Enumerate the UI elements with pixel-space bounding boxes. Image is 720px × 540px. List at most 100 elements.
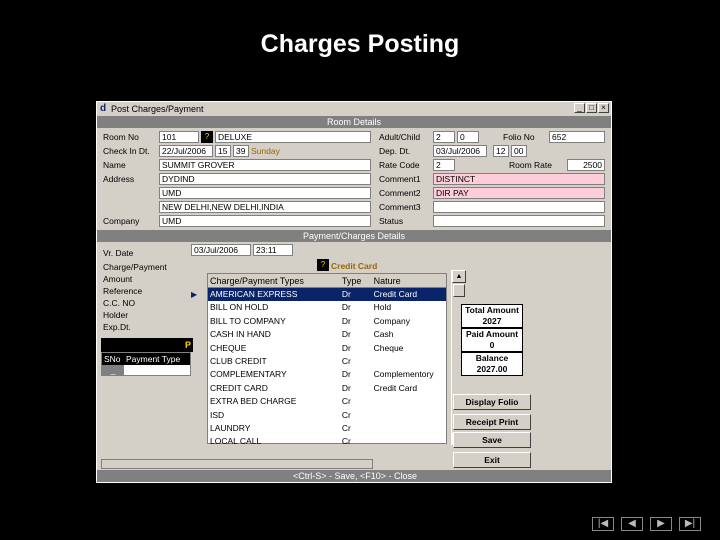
maximize-button[interactable]: □ bbox=[586, 103, 597, 113]
lookup-cell-nature[interactable]: Cheque bbox=[372, 342, 446, 355]
lookup-row[interactable]: LOCAL CALL Cr bbox=[208, 435, 446, 448]
receipt-print-button[interactable]: Receipt Print bbox=[453, 414, 531, 430]
dep-minute-field[interactable]: 00 bbox=[511, 145, 527, 157]
horizontal-scrollbar[interactable] bbox=[101, 459, 373, 469]
lookup-cell-name[interactable]: LAUNDRY bbox=[208, 422, 340, 435]
lookup-cell-type[interactable]: Dr bbox=[340, 288, 372, 301]
status-field[interactable] bbox=[433, 215, 605, 227]
next-slide-icon[interactable]: ▶ bbox=[650, 517, 672, 531]
lookup-cell-type[interactable]: Dr bbox=[340, 342, 372, 355]
lookup-cell-nature[interactable] bbox=[372, 355, 446, 368]
vr-time-field[interactable]: 23:11 bbox=[253, 244, 293, 256]
vr-date-field[interactable]: 03/Jul/2006 bbox=[191, 244, 251, 256]
lookup-cell-type[interactable]: Cr bbox=[340, 422, 372, 435]
lookup-cell-nature[interactable]: Credit Card bbox=[372, 382, 446, 395]
comment3-field[interactable] bbox=[433, 201, 605, 213]
lookup-row[interactable]: AMERICAN EXPRESS Dr Credit Card bbox=[208, 288, 446, 302]
lookup-cell-type[interactable]: Cr bbox=[340, 409, 372, 422]
dep-hour-field[interactable]: 12 bbox=[493, 145, 509, 157]
window-titlebar[interactable]: d Post Charges/Payment _ □ × bbox=[97, 102, 611, 115]
lookup-cell-nature[interactable]: Complementory bbox=[372, 368, 446, 381]
lookup-row[interactable]: CLUB CREDIT Cr bbox=[208, 355, 446, 368]
lookup-row[interactable]: CHEQUE Dr Cheque bbox=[208, 342, 446, 355]
lookup-cell-name[interactable]: CREDIT CARD bbox=[208, 382, 340, 395]
checkin-minute-field[interactable]: 39 bbox=[233, 145, 249, 157]
lookup-cell-name[interactable]: COMPLEMENTARY bbox=[208, 368, 340, 381]
room-no-field[interactable]: 101 bbox=[159, 131, 199, 143]
lookup-cell-nature[interactable]: Hold bbox=[372, 301, 446, 314]
lookup-cell-nature[interactable]: Cash bbox=[372, 328, 446, 341]
paid-amount-label: Paid Amount bbox=[465, 329, 519, 339]
lookup-cell-name[interactable]: AMERICAN EXPRESS bbox=[208, 288, 340, 301]
grid-cell-sno[interactable]: _ bbox=[102, 365, 124, 376]
payment-side-panel: P bbox=[101, 338, 193, 352]
address-line2-field[interactable]: UMD bbox=[159, 187, 371, 199]
company-label: Company bbox=[103, 216, 140, 226]
lookup-cell-type[interactable]: Cr bbox=[340, 355, 372, 368]
room-rate-field[interactable]: 2500 bbox=[567, 159, 605, 171]
lookup-row[interactable]: LAUNDRY Cr bbox=[208, 422, 446, 435]
checkin-date-field[interactable]: 22/Jul/2006 bbox=[159, 145, 213, 157]
adult-field[interactable]: 2 bbox=[433, 131, 455, 143]
lookup-cell-name[interactable]: CHEQUE bbox=[208, 342, 340, 355]
close-button[interactable]: × bbox=[598, 103, 609, 113]
scroll-thumb[interactable] bbox=[453, 284, 465, 297]
lookup-cell-type[interactable]: Dr bbox=[340, 368, 372, 381]
checkin-hour-field[interactable]: 15 bbox=[215, 145, 231, 157]
minimize-button[interactable]: _ bbox=[574, 103, 585, 113]
lookup-cell-type[interactable]: Dr bbox=[340, 315, 372, 328]
lookup-row[interactable]: BILL TO COMPANY Dr Company bbox=[208, 315, 446, 328]
display-folio-button[interactable]: Display Folio bbox=[453, 394, 531, 410]
address-line3-field[interactable]: NEW DELHI,NEW DELHI,INDIA bbox=[159, 201, 371, 213]
dep-date-field[interactable]: 03/Jul/2006 bbox=[433, 145, 487, 157]
lookup-row[interactable]: CASH IN HAND Dr Cash bbox=[208, 328, 446, 341]
rate-code-field[interactable]: 2 bbox=[433, 159, 455, 171]
lookup-header-types[interactable]: Charge/Payment Types bbox=[208, 274, 340, 287]
lookup-header-type[interactable]: Type bbox=[340, 274, 372, 287]
dep-date-label: Dep. Dt. bbox=[379, 146, 411, 156]
key-icon[interactable]: ? bbox=[317, 259, 329, 271]
name-field[interactable]: SUMMIT GROVER bbox=[159, 159, 371, 171]
lookup-cell-name[interactable]: LOCAL CALL bbox=[208, 435, 340, 448]
first-slide-icon[interactable]: |◀ bbox=[592, 517, 614, 531]
lookup-cell-nature[interactable] bbox=[372, 422, 446, 435]
charge-type-lookup[interactable]: Charge/Payment Types Type Nature AMERICA… bbox=[207, 273, 447, 446]
lookup-cell-name[interactable]: CASH IN HAND bbox=[208, 328, 340, 341]
lookup-row[interactable]: COMPLEMENTARY Dr Complementory bbox=[208, 368, 446, 381]
lookup-row[interactable]: CREDIT CARD Dr Credit Card bbox=[208, 382, 446, 395]
lookup-row[interactable]: BILL ON HOLD Dr Hold bbox=[208, 301, 446, 314]
lookup-cell-name[interactable]: CLUB CREDIT bbox=[208, 355, 340, 368]
address-line1-field[interactable]: DYDIND bbox=[159, 173, 371, 185]
lookup-row[interactable]: ISD Cr bbox=[208, 409, 446, 422]
comment2-field[interactable]: DIR PAY bbox=[433, 187, 605, 199]
lookup-row[interactable]: EXTRA BED CHARGE Cr bbox=[208, 395, 446, 408]
exp-dt-label: Exp.Dt. bbox=[103, 322, 131, 332]
lookup-cell-nature[interactable] bbox=[372, 395, 446, 408]
scroll-up-icon[interactable]: ▲ bbox=[452, 270, 466, 283]
payment-type-grid[interactable]: SNo Payment Type _ bbox=[101, 352, 191, 376]
lookup-cell-name[interactable]: BILL TO COMPANY bbox=[208, 315, 340, 328]
lookup-cell-nature[interactable]: Credit Card bbox=[372, 288, 446, 301]
lookup-cell-nature[interactable]: Company bbox=[372, 315, 446, 328]
child-field[interactable]: 0 bbox=[457, 131, 479, 143]
charge-payment-field[interactable] bbox=[191, 259, 317, 271]
comment2-label: Comment2 bbox=[379, 188, 421, 198]
lookup-cell-type[interactable]: Cr bbox=[340, 435, 372, 448]
previous-slide-icon[interactable]: ◀ bbox=[621, 517, 643, 531]
exit-button[interactable]: Exit bbox=[453, 452, 531, 468]
lookup-header-nature[interactable]: Nature bbox=[372, 274, 446, 287]
comment1-field[interactable]: DISTINCT bbox=[433, 173, 605, 185]
key-icon[interactable]: ? bbox=[201, 131, 213, 143]
last-slide-icon[interactable]: ▶| bbox=[679, 517, 701, 531]
lookup-cell-name[interactable]: BILL ON HOLD bbox=[208, 301, 340, 314]
lookup-cell-type[interactable]: Cr bbox=[340, 395, 372, 408]
lookup-cell-name[interactable]: EXTRA BED CHARGE bbox=[208, 395, 340, 408]
lookup-cell-nature[interactable] bbox=[372, 435, 446, 448]
lookup-cell-nature[interactable] bbox=[372, 409, 446, 422]
lookup-cell-name[interactable]: ISD bbox=[208, 409, 340, 422]
save-button[interactable]: Save bbox=[453, 432, 531, 448]
lookup-cell-type[interactable]: Dr bbox=[340, 382, 372, 395]
lookup-cell-type[interactable]: Dr bbox=[340, 301, 372, 314]
lookup-cell-type[interactable]: Dr bbox=[340, 328, 372, 341]
company-field[interactable]: UMD bbox=[159, 215, 371, 227]
